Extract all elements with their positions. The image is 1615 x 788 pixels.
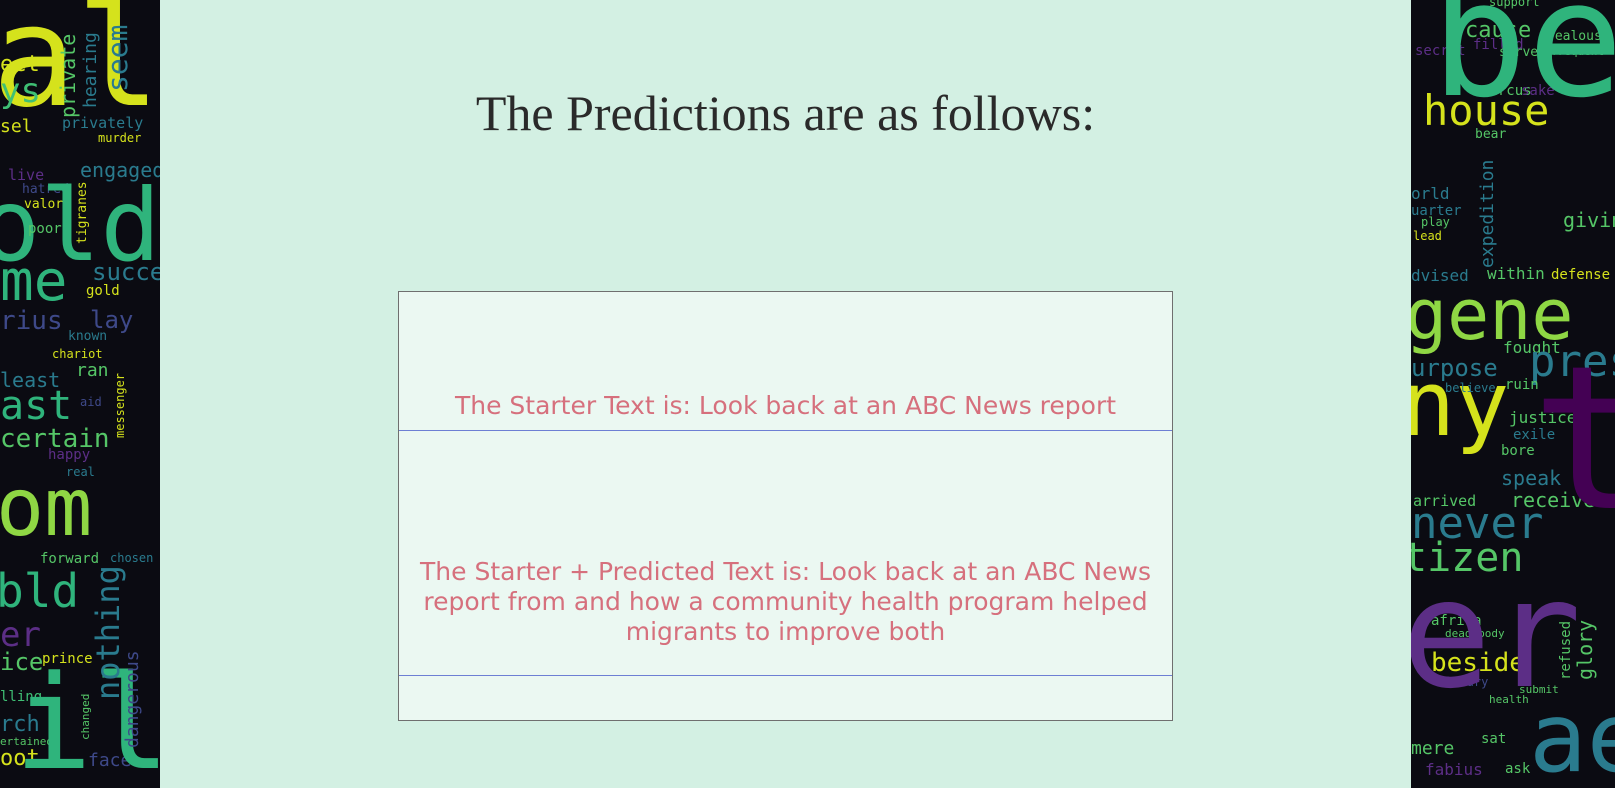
wordcloud-word: known bbox=[68, 329, 108, 344]
wordcloud-word: bld bbox=[0, 564, 80, 618]
wordcloud-word: dangerous bbox=[122, 650, 143, 748]
wordcloud-word: hearing bbox=[80, 32, 101, 108]
wordcloud-word: believe bbox=[1445, 381, 1496, 395]
wordcloud-word: gold bbox=[86, 283, 120, 299]
wordcloud-word: aid bbox=[80, 395, 102, 409]
wordcloud-word: private bbox=[56, 33, 80, 118]
wordcloud-word: murder bbox=[98, 131, 142, 145]
wordcloud-word: mere bbox=[1411, 738, 1455, 759]
wordcloud-word: chosen bbox=[110, 551, 154, 565]
wordcloud-word: chariot bbox=[52, 347, 103, 361]
wordcloud-word: sat bbox=[1481, 731, 1507, 747]
wordcloud-word: rius bbox=[0, 306, 63, 336]
wordcloud-word: orld bbox=[1411, 184, 1450, 203]
predictions-box: The Starter Text is: Look back at an ABC… bbox=[398, 291, 1173, 721]
wordcloud-word: poor bbox=[28, 221, 62, 237]
wordcloud-word: bore bbox=[1501, 443, 1535, 459]
wordcloud-word: privately bbox=[62, 114, 144, 132]
wordcloud-word: ny bbox=[1411, 352, 1510, 457]
wordcloud-word: ys bbox=[0, 71, 41, 111]
wordcloud-word: givin bbox=[1563, 208, 1615, 232]
wordcloud-word: tigranes bbox=[75, 181, 90, 244]
starter-text: The Starter Text is: Look back at an ABC… bbox=[454, 391, 1117, 420]
starter-text-row: The Starter Text is: Look back at an ABC… bbox=[399, 292, 1172, 431]
wordcloud-word: ast bbox=[0, 383, 73, 429]
wordcloud-right-panel: support cause jealousy filled secret ser… bbox=[1411, 0, 1615, 788]
wordcloud-word: messenger bbox=[113, 372, 127, 438]
wordcloud-word: ask bbox=[1505, 761, 1531, 777]
wordcloud-word: ran bbox=[76, 360, 109, 381]
wordcloud-word: seem bbox=[101, 24, 134, 92]
wordcloud-word: sel bbox=[0, 116, 33, 137]
wordcloud-word: fabius bbox=[1425, 760, 1483, 779]
predicted-text-row: The Starter + Predicted Text is: Look ba… bbox=[399, 431, 1172, 676]
wordcloud-left-panel: al ect ys sel privately murder engaged l… bbox=[0, 0, 160, 788]
wordcloud-word: lead bbox=[1413, 229, 1442, 243]
page-title: The Predictions are as follows: bbox=[475, 85, 1096, 141]
wordcloud-word: succe bbox=[92, 258, 160, 286]
wordcloud-word: nothing bbox=[89, 565, 127, 700]
wordcloud-word: me bbox=[0, 249, 68, 314]
wordcloud-word: t bbox=[1531, 323, 1615, 556]
wordcloud-word: changed bbox=[79, 693, 92, 740]
wordcloud-word: ae bbox=[1529, 682, 1615, 788]
wordcloud-word: happy bbox=[48, 447, 91, 463]
predicted-text: The Starter + Predicted Text is: Look ba… bbox=[420, 557, 1151, 646]
wordcloud-word: om bbox=[0, 461, 93, 554]
wordcloud-word: be bbox=[1431, 0, 1615, 133]
wordcloud-word: expedition bbox=[1477, 159, 1498, 268]
wordcloud-word: play bbox=[1421, 215, 1450, 229]
